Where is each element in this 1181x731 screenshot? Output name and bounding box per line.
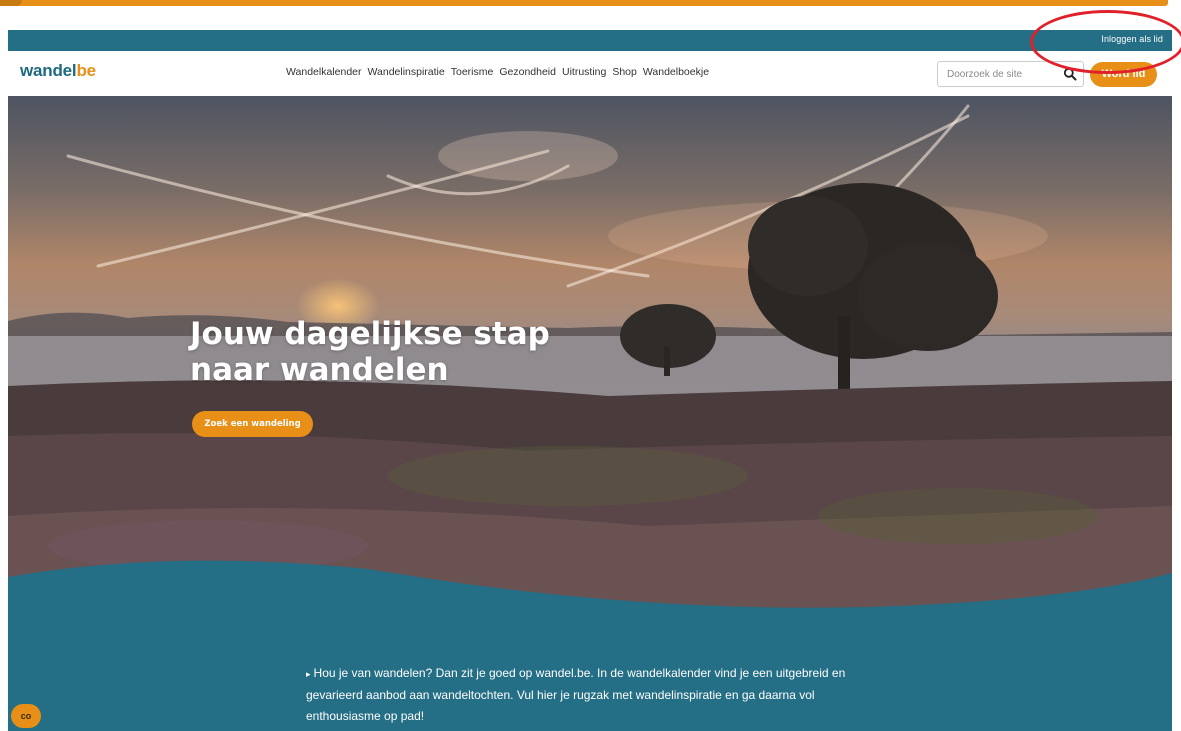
intro-paragraph: ▸ Hou je van wandelen? Dan zit je goed op… — [306, 663, 866, 727]
intro-text: Hou je van wandelen? Dan zit je goed op … — [306, 666, 846, 723]
top-strip-tab — [0, 0, 22, 6]
nav-item-shop[interactable]: Shop — [612, 66, 637, 78]
hero-title: Jouw dagelijkse stap naar wandelen — [190, 316, 610, 388]
cookie-settings-button[interactable]: co — [11, 704, 41, 728]
logo-accent-text: be — [76, 61, 96, 80]
logo-main-text: wandel — [20, 61, 77, 80]
page: Inloggen als lid wandelbe Wandelkalender… — [0, 0, 1181, 731]
nav-item-toerisme[interactable]: Toerisme — [451, 66, 494, 78]
nav-item-wandelkalender[interactable]: Wandelkalender — [286, 66, 362, 78]
search-box — [937, 61, 1084, 87]
search-input[interactable] — [938, 62, 1056, 86]
join-button[interactable]: Word lid — [1090, 62, 1157, 87]
utility-bar: Inloggen als lid — [8, 30, 1172, 51]
hero-title-line-1: Jouw dagelijkse stap — [190, 316, 550, 352]
search-icon[interactable] — [1063, 67, 1077, 81]
login-link[interactable]: Inloggen als lid — [1101, 34, 1163, 44]
primary-menu: Wandelkalender Wandelinspiratie Toerisme… — [286, 66, 709, 78]
hero-title-line-2: naar wandelen — [190, 352, 449, 388]
nav-item-gezondheid[interactable]: Gezondheid — [499, 66, 556, 78]
find-walk-button[interactable]: Zoek een wandeling — [192, 411, 313, 437]
main-navigation: wandelbe Wandelkalender Wandelinspiratie… — [8, 51, 1172, 96]
hero-section: Jouw dagelijkse stap naar wandelen Zoek … — [8, 96, 1172, 624]
nav-item-uitrusting[interactable]: Uitrusting — [562, 66, 606, 78]
top-accent-strip — [0, 0, 1168, 6]
nav-item-wandelboekje[interactable]: Wandelboekje — [643, 66, 709, 78]
nav-item-wandelinspiratie[interactable]: Wandelinspiratie — [368, 66, 445, 78]
site-logo[interactable]: wandelbe — [20, 61, 96, 81]
intro-bullet: ▸ — [306, 669, 311, 679]
